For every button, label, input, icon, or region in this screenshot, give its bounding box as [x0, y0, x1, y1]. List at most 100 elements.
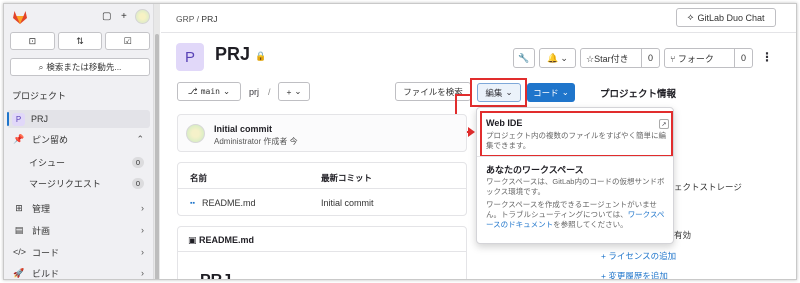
- file-icon: ▪▪: [190, 200, 195, 207]
- readme-header: ▣ README.md: [188, 235, 254, 246]
- add-dropdown-button[interactable]: + ⌄: [278, 82, 310, 101]
- star-count: 0: [640, 49, 659, 67]
- plus-icon: +: [286, 86, 292, 97]
- chevron-up-icon: ⌃: [136, 133, 144, 144]
- wrench-icon: 🔧: [518, 52, 530, 63]
- notifications-button[interactable]: 🔔 ⌄: [539, 48, 576, 68]
- dropdown-divider: [477, 156, 673, 157]
- find-file-button[interactable]: ファイルを検索: [395, 82, 471, 101]
- duo-chat-label: GitLab Duo Chat: [697, 12, 765, 23]
- app-window: ▢ + ⊡ ⇅ ☑ ⌕ 検索または移動先... プロジェクト P PRJ 📌 ピ…: [3, 3, 797, 280]
- scrollbar-thumb[interactable]: [155, 34, 159, 279]
- file-last-commit[interactable]: Initial commit: [321, 198, 374, 208]
- breadcrumb-separator: /: [196, 14, 200, 24]
- chevron-down-icon: ⌄: [294, 86, 302, 96]
- readme-panel: ▣ README.md PRJ: [177, 226, 467, 279]
- duo-icon: ⟡: [687, 12, 694, 22]
- new-plus-icon[interactable]: +: [121, 11, 127, 22]
- star-button[interactable]: ☆Star付き 0: [580, 48, 660, 68]
- issues-count-badge: 0: [132, 156, 144, 168]
- readme-header-label: README.md: [199, 235, 255, 245]
- breadcrumb-group[interactable]: GRP: [176, 14, 194, 24]
- code-label: コード: [533, 87, 559, 98]
- fork-icon: ⑂: [670, 53, 676, 64]
- branch-label: main: [200, 87, 220, 96]
- edit-button-highlight: [470, 78, 527, 107]
- lock-icon: 🔒: [255, 51, 267, 61]
- commit-author-avatar[interactable]: [186, 124, 205, 143]
- settings-button[interactable]: 🔧: [513, 48, 535, 68]
- code-dropdown-button[interactable]: コード ⌄: [527, 83, 575, 102]
- sidebar-quick-buttons: ⊡ ⇅ ☑: [10, 32, 151, 50]
- sidebar-item-build[interactable]: 🚀 ビルド ›: [7, 264, 150, 279]
- path-separator: /: [268, 87, 271, 97]
- add-changelog-label: 変更履歴を追加: [608, 271, 668, 280]
- find-file-label: ファイルを検索: [403, 86, 463, 97]
- sidebar-item-label: 管理: [32, 203, 51, 214]
- chevron-down-icon: ⌄: [222, 86, 231, 96]
- commit-meta: Administrator 作成者 今: [214, 137, 298, 146]
- chevron-right-icon: ›: [141, 247, 144, 257]
- sidebar-item-label: 計画: [32, 225, 51, 236]
- workspaces-heading: あなたのワークスペース: [486, 165, 584, 175]
- project-badge: P: [12, 112, 25, 126]
- code-icon: </>: [13, 247, 27, 257]
- fork-count: 0: [733, 49, 752, 67]
- file-icon: ▣: [188, 235, 200, 245]
- sidebar-item-label: マージリクエスト: [29, 178, 101, 189]
- column-header-name: 名前: [190, 173, 208, 183]
- annotation-arrow-top: [455, 94, 471, 96]
- issues-icon: ⊡: [28, 35, 37, 46]
- merge-requests-shortcut-button[interactable]: ⇅: [57, 32, 103, 50]
- workspaces-no-agent-text: ワークスペースを作成できるエージェントがいません。トラブルシューティングについて…: [486, 200, 671, 230]
- file-table: 名前 最新コミット ▪▪ README.md Initial commit: [177, 162, 467, 216]
- sidebar-item-manage[interactable]: ⊞ 管理 ›: [7, 199, 150, 217]
- sidebar-toggle-icon[interactable]: ▢: [102, 11, 111, 22]
- bell-icon: 🔔: [547, 52, 559, 63]
- sidebar-top: ▢ +: [10, 8, 150, 26]
- sidebar-item-label: ピン留め: [32, 134, 69, 145]
- star-label-text: Star付き: [594, 53, 629, 64]
- rocket-icon: 🚀: [13, 267, 25, 278]
- todos-shortcut-button[interactable]: ☑: [105, 32, 151, 50]
- more-actions-icon[interactable]: ⋮: [761, 50, 773, 64]
- fork-label-text: フォーク: [677, 53, 714, 64]
- manage-icon: ⊞: [15, 202, 23, 213]
- enabled-info: 有効: [674, 230, 692, 240]
- path-label[interactable]: prj: [249, 87, 259, 97]
- sidebar-item-issues[interactable]: イシュー 0: [7, 153, 150, 171]
- project-info-heading: プロジェクト情報: [600, 89, 677, 100]
- add-license-link[interactable]: + ライセンスの追加: [601, 250, 676, 262]
- sidebar-item-code[interactable]: </> コード ›: [7, 243, 150, 261]
- user-avatar[interactable]: [135, 9, 150, 24]
- branch-selector[interactable]: ⎇ main ⌄: [177, 82, 241, 101]
- branch-icon: ⎇: [187, 86, 198, 96]
- column-header-last-commit: 最新コミット: [321, 173, 373, 183]
- issues-shortcut-button[interactable]: ⊡: [10, 32, 55, 50]
- todo-icon: ☑: [123, 35, 132, 46]
- merge-request-icon: ⇅: [76, 35, 84, 46]
- header-divider: [161, 32, 796, 33]
- workspaces-description: ワークスペースは、GitLab内のコードの仮想サンドボックス環境です。: [486, 177, 665, 196]
- page-title: PRJ: [215, 44, 251, 64]
- readme-divider: [178, 251, 466, 252]
- sidebar-item-label: イシュー: [29, 157, 66, 168]
- sidebar-scrollbar[interactable]: [154, 4, 160, 279]
- sidebar-item-plan[interactable]: ▤ 計画 ›: [7, 221, 150, 239]
- sidebar-item-merge-requests[interactable]: マージリクエスト 0: [7, 174, 150, 192]
- sidebar-item-project[interactable]: P PRJ: [7, 110, 150, 128]
- commit-title[interactable]: Initial commit: [214, 124, 272, 134]
- last-commit-panel: Initial commit Administrator 作成者 今: [177, 114, 467, 152]
- star-label: ☆Star付き: [581, 52, 629, 65]
- breadcrumb-project[interactable]: PRJ: [201, 14, 217, 24]
- fork-button[interactable]: ⑂ フォーク 0: [664, 48, 753, 68]
- file-name[interactable]: README.md: [202, 198, 256, 208]
- sidebar-section-label: プロジェクト: [12, 91, 67, 101]
- merge-requests-count-badge: 0: [132, 177, 144, 189]
- search-button[interactable]: ⌕ 検索または移動先...: [10, 58, 150, 76]
- duo-chat-button[interactable]: ⟡ GitLab Duo Chat: [676, 8, 776, 27]
- add-changelog-link[interactable]: + 変更履歴を追加: [601, 270, 668, 280]
- sidebar-item-pinned[interactable]: 📌 ピン留め ⌃: [7, 130, 150, 148]
- edit-dropdown-menu: Web IDE プロジェクト内の複数のファイルをすばやく簡単に編集できます。 ↗…: [476, 107, 674, 244]
- gitlab-logo-icon[interactable]: [12, 10, 28, 24]
